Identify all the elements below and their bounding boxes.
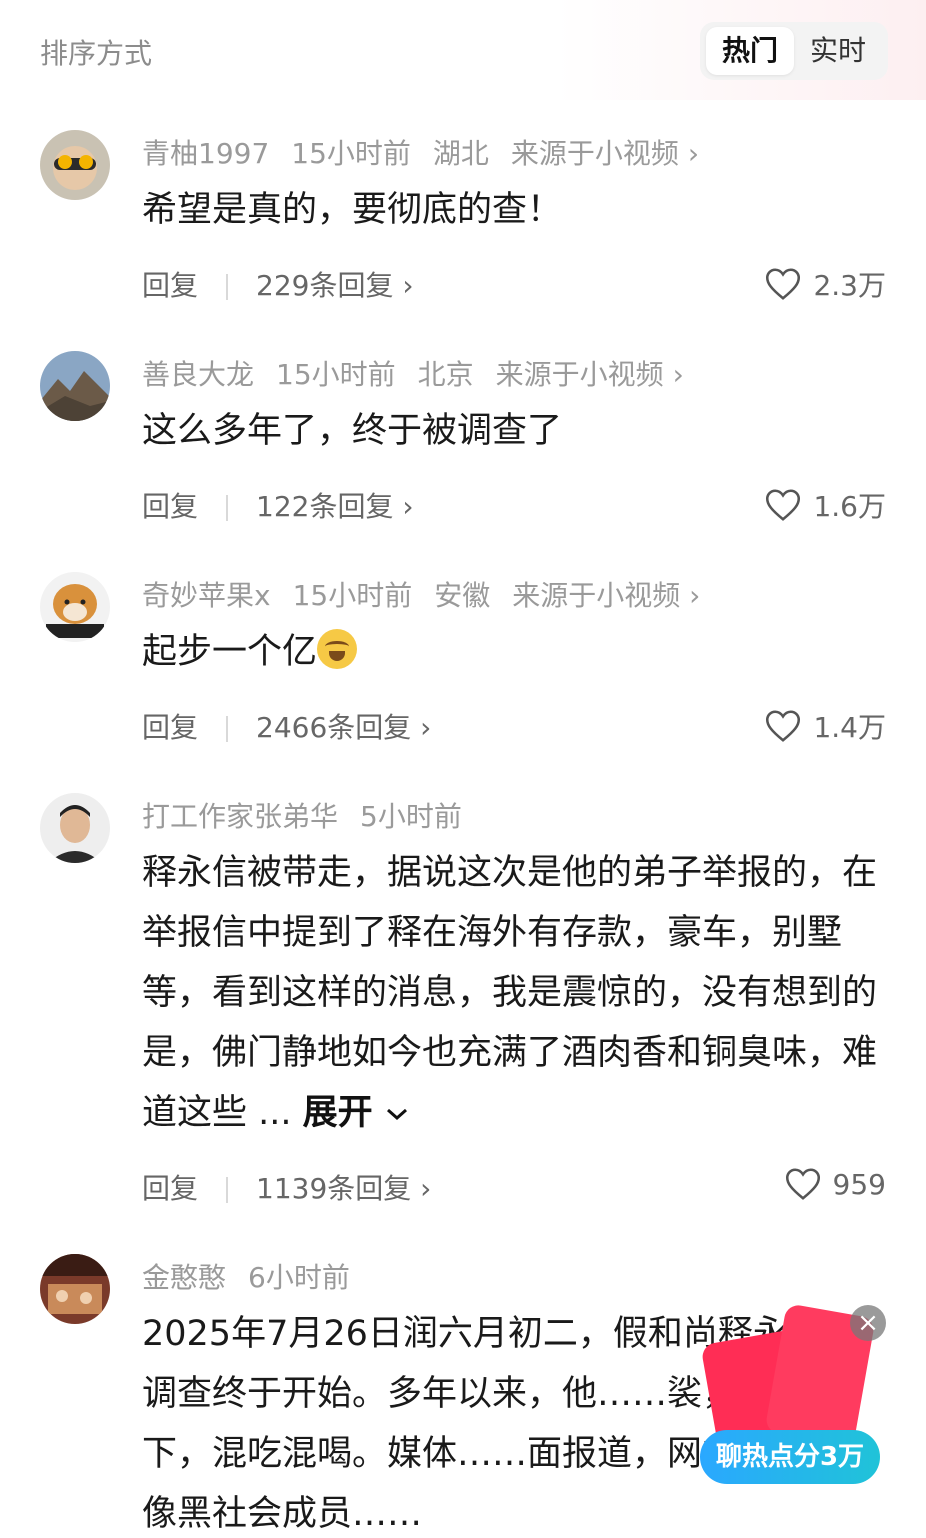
expand-label: 展开 <box>302 1093 373 1133</box>
heart-icon <box>785 1168 820 1200</box>
crying-laughing-emoji-icon <box>317 629 358 669</box>
comment-actions: 回复 122条回复 <box>142 485 414 525</box>
like-count: 1.6万 <box>813 490 886 523</box>
red-packet-widget[interactable]: × 聊热点分3万 <box>700 1303 900 1505</box>
reply-button[interactable]: 回复 <box>142 490 198 523</box>
username[interactable]: 奇妙苹果x <box>142 579 271 612</box>
divider <box>226 1177 229 1203</box>
comment-item: 善良大龙15小时前北京来源于小视频 这么多年了，终于被调查了 回复122条回复 … <box>0 351 926 551</box>
location: 湖北 <box>432 137 489 170</box>
comment-text: 起步一个亿 <box>142 632 318 672</box>
sort-bar: 排序方式 热门 实时 <box>0 0 926 100</box>
like-button[interactable]: 1.6万 <box>765 485 886 525</box>
comment-meta: 青柚1997 15小时前 湖北 来源于小视频 <box>142 132 721 172</box>
divider <box>226 495 229 521</box>
comment-meta: 奇妙苹果x 15小时前 安徽 来源于小视频 <box>142 574 722 614</box>
location: 安徽 <box>434 579 491 612</box>
like-count: 1.4万 <box>813 711 886 744</box>
comment-meta: 善良大龙 15小时前 北京 来源于小视频 <box>142 353 706 393</box>
comment-meta: 金憨憨 6小时前 <box>142 1256 372 1296</box>
close-icon[interactable]: × <box>850 1305 886 1341</box>
comment-item: 打工作家张弟华 5小时前 释永信被带走，据说这次是他的弟子举报的，在举报信中提到了… <box>0 793 926 1223</box>
like-count: 959 <box>832 1167 886 1201</box>
view-replies-link[interactable]: 229条回复 <box>256 269 414 302</box>
timestamp: 5小时前 <box>360 800 462 833</box>
comment-text: 这么多年了，终于被调查了 <box>142 411 563 451</box>
reply-button[interactable]: 回复 <box>142 711 198 744</box>
source-link[interactable]: 来源于小视频 <box>512 579 700 612</box>
like-button[interactable]: 959 <box>785 1167 886 1201</box>
sort-segmented-control: 热门 实时 <box>700 22 888 80</box>
heart-icon <box>766 489 801 521</box>
reply-button[interactable]: 回复 <box>142 269 198 302</box>
username[interactable]: 打工作家张弟华 <box>142 800 338 833</box>
username[interactable]: 金憨憨 <box>142 1261 226 1294</box>
comment-actions: 回复 229条回复 <box>142 264 414 304</box>
view-replies-link[interactable]: 2466条回复 <box>256 711 431 744</box>
heart-icon <box>766 710 801 742</box>
avatar[interactable] <box>40 1254 110 1324</box>
timestamp: 15小时前 <box>292 579 413 612</box>
expand-button[interactable]: 展开 <box>303 1093 409 1133</box>
avatar[interactable] <box>40 793 110 863</box>
comment-meta: 打工作家张弟华 5小时前 <box>142 795 484 835</box>
source-link[interactable]: 来源于小视频 <box>496 358 684 391</box>
view-replies-link[interactable]: 122条回复 <box>256 490 414 523</box>
timestamp: 15小时前 <box>291 137 411 170</box>
username[interactable]: 青柚1997 <box>142 137 269 170</box>
avatar[interactable] <box>40 572 110 642</box>
like-button[interactable]: 1.4万 <box>765 706 886 746</box>
location: 北京 <box>417 358 474 391</box>
chevron-down-icon <box>386 1108 407 1121</box>
like-button[interactable]: 2.3万 <box>765 264 886 304</box>
avatar[interactable] <box>40 130 110 200</box>
comment-actions: 回复 2466条回复 <box>142 706 431 746</box>
comment-body: 起步一个亿 <box>142 622 882 682</box>
hot-topic-reward-pill[interactable]: 聊热点分3万 <box>700 1430 880 1484</box>
source-link[interactable]: 来源于小视频 <box>511 137 699 170</box>
divider <box>226 274 229 300</box>
username[interactable]: 善良大龙 <box>142 358 254 391</box>
comment-actions: 回复 1139条回复 <box>142 1167 431 1207</box>
view-replies-link[interactable]: 1139条回复 <box>256 1172 431 1205</box>
reply-button[interactable]: 回复 <box>142 1172 198 1205</box>
like-count: 2.3万 <box>813 269 886 302</box>
comment-body: 释永信被带走，据说这次是他的弟子举报的，在举报信中提到了释在海外有存款，豪车，别… <box>142 843 882 1143</box>
timestamp: 15小时前 <box>276 358 396 391</box>
divider <box>226 716 229 742</box>
timestamp: 6小时前 <box>248 1261 350 1294</box>
sort-label: 排序方式 <box>40 37 153 70</box>
heart-icon <box>766 268 801 300</box>
tab-realtime[interactable]: 实时 <box>794 27 882 75</box>
avatar[interactable] <box>40 351 110 421</box>
comment-text: 希望是真的，要彻底的查！ <box>142 190 563 230</box>
comment-item: 青柚1997 15小时前湖北来源于小视频 希望是真的，要彻底的查！ 回复 229条回… <box>0 130 926 330</box>
comment-text: 释永信被带走，据说这次是他的弟子举报的，在举报信中提到了释在海外有存款，豪车，别… <box>142 853 878 1133</box>
tab-hot[interactable]: 热门 <box>706 27 794 75</box>
comment-item: 奇妙苹果x 15小时前安徽来源于小视频 起步一个亿 回复 2466条回复 1.4万 <box>0 572 926 772</box>
